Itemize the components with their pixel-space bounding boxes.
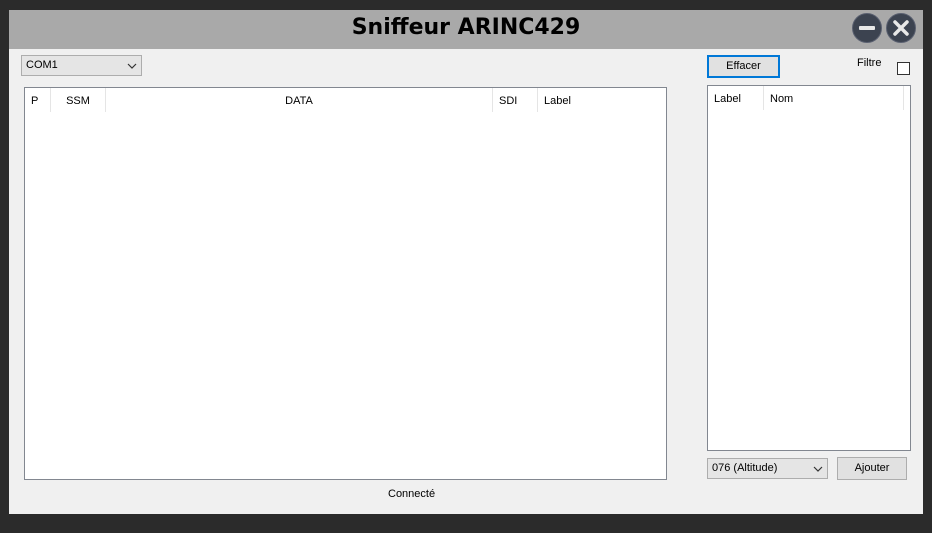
main-window: Sniffeur ARINC429 COM1 P SSM DATA SDI La… bbox=[9, 10, 923, 514]
column-header-p[interactable]: P bbox=[25, 88, 51, 112]
close-button[interactable] bbox=[886, 13, 916, 43]
connection-status: Connecté bbox=[388, 488, 436, 500]
clear-button[interactable]: Effacer bbox=[707, 55, 780, 78]
minimize-button[interactable] bbox=[852, 13, 882, 43]
port-select[interactable]: COM1 bbox=[21, 55, 142, 76]
chevron-down-icon bbox=[813, 466, 823, 472]
label-filter-table[interactable]: Label Nom bbox=[707, 85, 911, 451]
chevron-down-icon bbox=[127, 63, 137, 69]
filter-label: Filtre bbox=[857, 57, 882, 69]
label-table-header: Label Nom bbox=[708, 86, 904, 110]
minimize-icon bbox=[859, 26, 875, 30]
column-header-label[interactable]: Label bbox=[538, 88, 666, 112]
column-header-nom[interactable]: Nom bbox=[764, 86, 904, 110]
filter-checkbox[interactable] bbox=[897, 62, 910, 75]
label-select[interactable]: 076 (Altitude) bbox=[707, 458, 828, 479]
title-bar[interactable]: Sniffeur ARINC429 bbox=[9, 10, 923, 49]
column-header-ssm[interactable]: SSM bbox=[51, 88, 106, 112]
table-header: P SSM DATA SDI Label bbox=[25, 88, 666, 112]
close-icon bbox=[893, 20, 909, 36]
column-header-label[interactable]: Label bbox=[708, 86, 764, 110]
column-header-data[interactable]: DATA bbox=[106, 88, 493, 112]
window-title: Sniffeur ARINC429 bbox=[351, 15, 581, 40]
arinc-data-table[interactable]: P SSM DATA SDI Label bbox=[24, 87, 667, 480]
port-select-value: COM1 bbox=[26, 59, 58, 71]
label-select-value: 076 (Altitude) bbox=[712, 462, 778, 474]
add-button[interactable]: Ajouter bbox=[837, 457, 907, 480]
column-header-sdi[interactable]: SDI bbox=[493, 88, 538, 112]
